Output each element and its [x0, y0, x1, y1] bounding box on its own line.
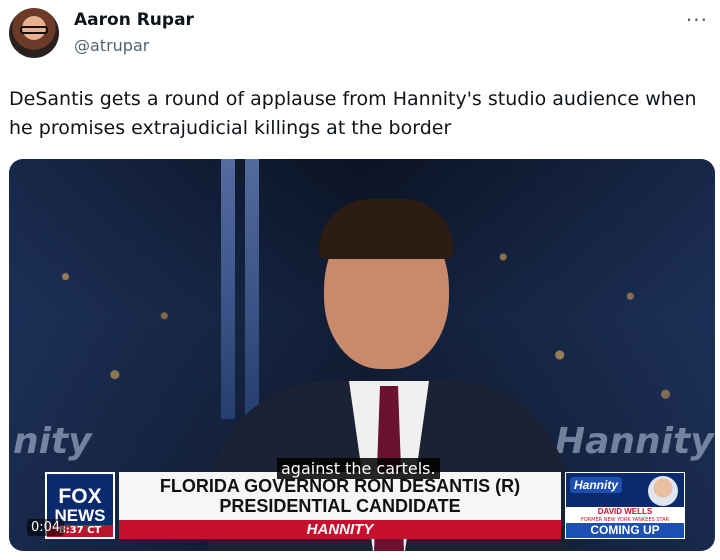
- lower-third-banner: FOX NEWS 8:37 CT FLORIDA GOVERNOR RON DE…: [45, 472, 685, 539]
- video-timestamp: 0:04: [27, 519, 65, 536]
- coming-up-promo: Hannity DAVID WELLS FORMER NEW YORK YANK…: [565, 472, 685, 539]
- more-options-icon[interactable]: ···: [686, 8, 708, 32]
- author-name[interactable]: Aaron Rupar: [74, 10, 194, 30]
- author-avatar[interactable]: [9, 8, 59, 58]
- hair: [319, 199, 454, 259]
- headline-line2: PRESIDENTIAL CANDIDATE: [219, 496, 461, 516]
- studio-logo-right: Hannity: [555, 421, 714, 462]
- author-handle[interactable]: @atrupar: [74, 36, 149, 55]
- logo-fox-text: FOX: [58, 484, 102, 508]
- promo-guest-photo: [648, 476, 678, 506]
- video-caption: against the cartels.: [277, 458, 440, 479]
- headline-line1: FLORIDA GOVERNOR RON DESANTIS (R): [159, 476, 521, 496]
- lower-third-headline: FLORIDA GOVERNOR RON DESANTIS (R) PRESID…: [119, 472, 561, 520]
- studio-logo-left: nity: [13, 421, 92, 462]
- video-player[interactable]: nity Hannity FOX NEWS 8:37 CT FLORIDA GO…: [9, 159, 715, 551]
- promo-show-logo: Hannity: [570, 477, 623, 493]
- promo-guest-name: DAVID WELLS: [566, 507, 684, 517]
- tweet-text: DeSantis gets a round of applause from H…: [9, 88, 697, 139]
- show-name-bar: HANNITY: [119, 520, 561, 539]
- promo-cta: COMING UP: [566, 523, 684, 538]
- avatar-glasses: [20, 26, 48, 34]
